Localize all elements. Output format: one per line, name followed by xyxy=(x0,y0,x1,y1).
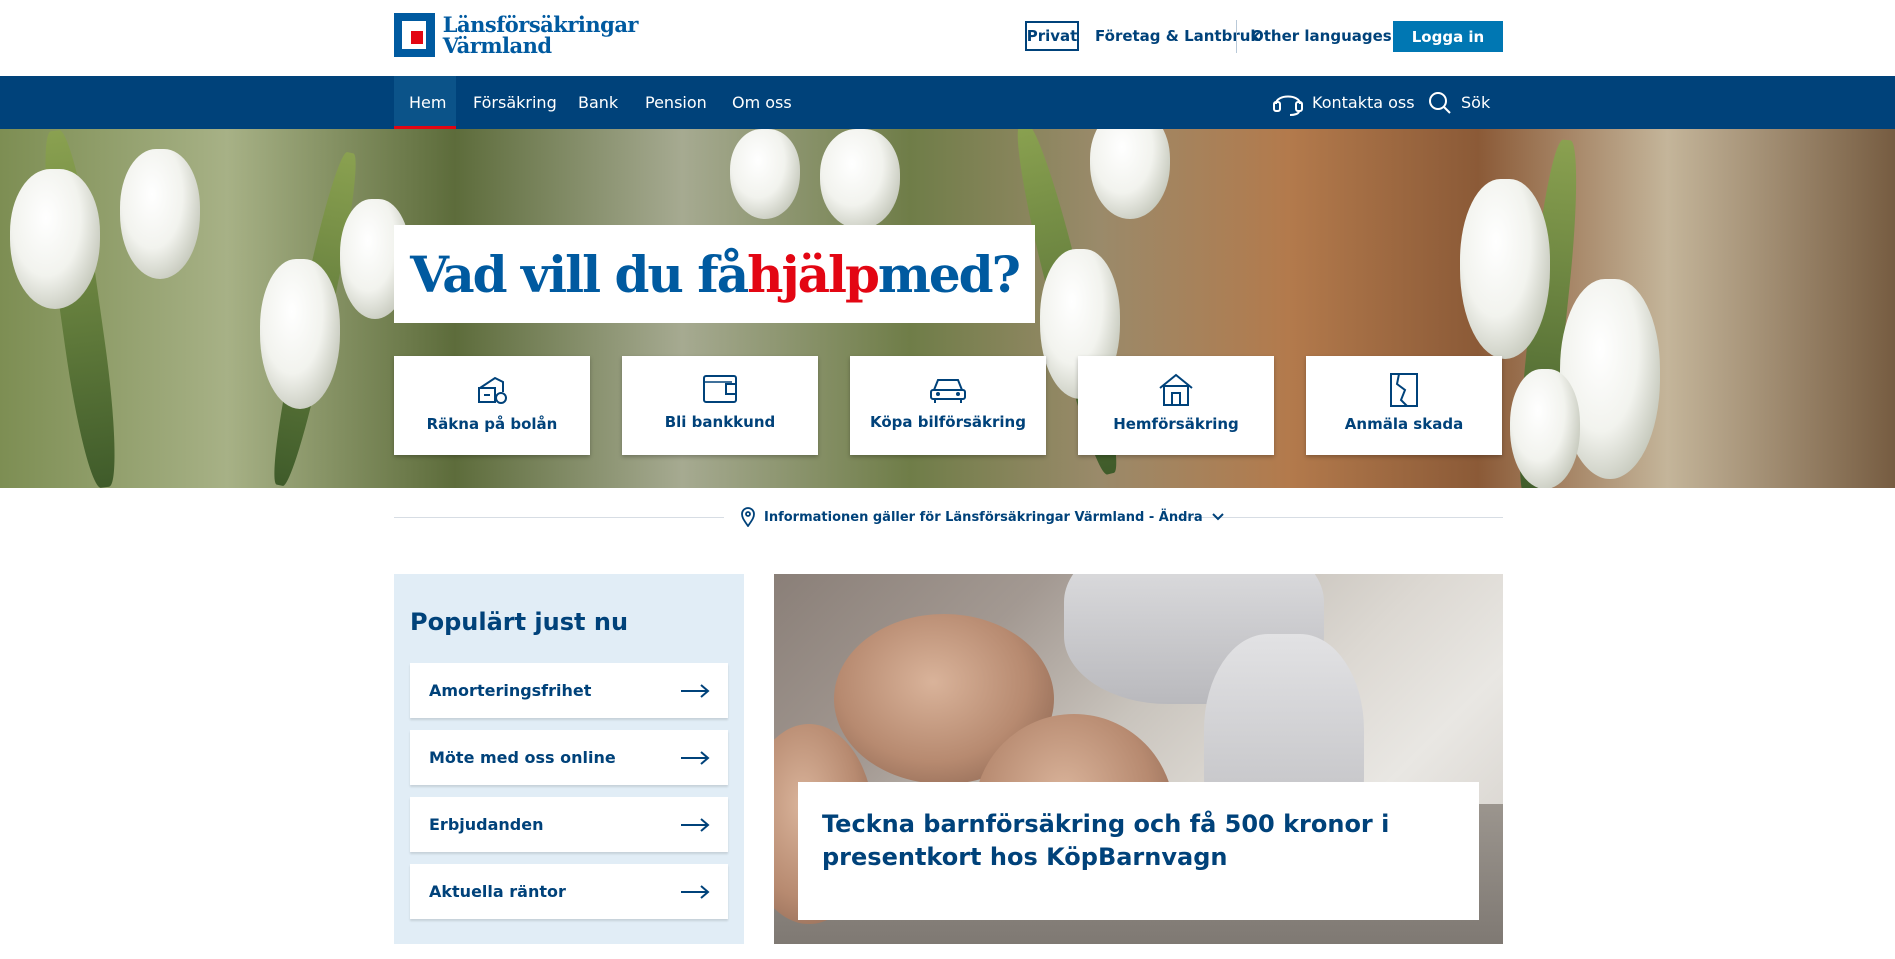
feature-headline[interactable]: Teckna barnförsäkring och få 500 kronor … xyxy=(822,808,1462,874)
other-languages-link[interactable]: Other languages xyxy=(1251,27,1392,45)
divider-left xyxy=(394,517,724,518)
divider xyxy=(1236,20,1237,53)
wallet-icon xyxy=(703,375,737,403)
headset-icon xyxy=(1273,95,1303,116)
nav-item-hem[interactable]: Hem xyxy=(409,76,446,129)
arrow-right-icon xyxy=(681,683,710,698)
logo[interactable]: Länsförsäkringar Värmland xyxy=(394,12,639,58)
house-calculator-icon xyxy=(478,376,507,404)
popular-item-mote-online[interactable]: Möte med oss online xyxy=(410,730,728,785)
house-icon xyxy=(1159,373,1193,406)
tile-hemforsakring[interactable]: Hemförsäkring xyxy=(1078,356,1274,455)
popular-item-label: Amorteringsfrihet xyxy=(429,681,592,700)
search-link[interactable]: Sök xyxy=(1428,76,1490,129)
location-pin-icon xyxy=(741,507,755,527)
search-label: Sök xyxy=(1461,93,1491,112)
arrow-right-icon xyxy=(681,884,710,899)
tile-label: Bli bankkund xyxy=(664,413,776,431)
tile-anmala-skada[interactable]: Anmäla skada xyxy=(1306,356,1502,455)
logo-text: Länsförsäkringar Värmland xyxy=(442,12,639,58)
logo-mark-icon xyxy=(394,13,435,57)
tile-kopa-bilforsakring[interactable]: Köpa bilförsäkring xyxy=(850,356,1046,455)
chevron-down-icon xyxy=(1211,513,1224,521)
nav-item-bank[interactable]: Bank xyxy=(578,76,618,129)
tile-bli-bankkund[interactable]: Bli bankkund xyxy=(622,356,818,455)
tile-label: Räkna på bolån xyxy=(426,415,558,433)
hero-headline: Vad vill du få hjälp med? xyxy=(394,225,1035,323)
popular-item-erbjudanden[interactable]: Erbjudanden xyxy=(410,797,728,852)
popular-title: Populärt just nu xyxy=(410,608,629,636)
tile-label: Anmäla skada xyxy=(1344,415,1464,433)
region-info-text: Informationen gäller för Länsförsäkringa… xyxy=(764,509,1203,525)
popular-item-label: Aktuella räntor xyxy=(429,882,566,901)
search-icon xyxy=(1429,91,1451,114)
popular-item-amorteringsfrihet[interactable]: Amorteringsfrihet xyxy=(410,663,728,718)
nav-item-om-oss[interactable]: Om oss xyxy=(732,76,792,129)
arrow-right-icon xyxy=(681,817,710,832)
car-icon xyxy=(930,379,966,403)
privat-link[interactable]: Privat xyxy=(1025,21,1079,51)
popular-item-label: Erbjudanden xyxy=(429,815,544,834)
contact-link[interactable]: Kontakta oss xyxy=(1272,76,1415,129)
damage-report-icon xyxy=(1390,373,1418,407)
region-info-link[interactable]: Informationen gäller för Länsförsäkringa… xyxy=(740,506,1225,528)
nav-item-pension[interactable]: Pension xyxy=(645,76,707,129)
popular-item-label: Möte med oss online xyxy=(429,748,616,767)
login-button[interactable]: Logga in xyxy=(1393,21,1503,52)
contact-label: Kontakta oss xyxy=(1312,93,1415,112)
headline-highlight: hjälp xyxy=(747,244,880,304)
tile-rakna-pa-bolan[interactable]: Räkna på bolån xyxy=(394,356,590,455)
tile-label: Köpa bilförsäkring xyxy=(870,413,1026,431)
arrow-right-icon xyxy=(681,750,710,765)
nav-item-forsakring[interactable]: Försäkring xyxy=(473,76,557,129)
main-nav xyxy=(0,76,1895,129)
divider-right xyxy=(1176,517,1503,518)
tile-label: Hemförsäkring xyxy=(1113,415,1239,433)
popular-item-aktuella-rantor[interactable]: Aktuella räntor xyxy=(410,864,728,919)
